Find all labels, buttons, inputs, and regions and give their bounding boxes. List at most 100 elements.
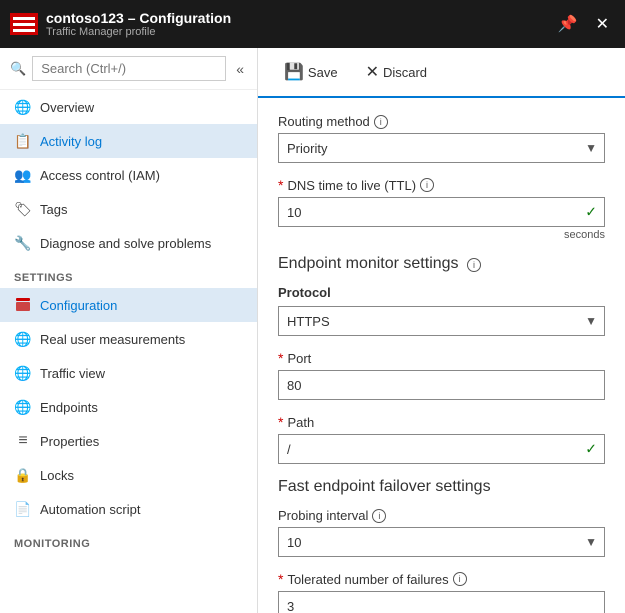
sidebar-item-real-user-measurements[interactable]: 🌐 Real user measurements — [0, 322, 257, 356]
discard-icon: ✕ — [366, 62, 379, 82]
routing-method-select[interactable]: Priority Weighted Performance Geographic… — [278, 133, 605, 163]
tolerated-failures-input[interactable] — [278, 591, 605, 613]
tags-icon: 🏷 — [14, 200, 32, 218]
port-required: * — [278, 350, 283, 366]
probing-interval-group: Probing interval i 10 30 ▼ — [278, 508, 605, 557]
dns-ttl-input[interactable] — [278, 197, 605, 227]
content-area: 💾 Save ✕ Discard Routing method i — [258, 48, 625, 613]
title-info: contoso123 – Configuration Traffic Manag… — [46, 10, 552, 38]
port-input-wrapper — [278, 370, 605, 400]
real-user-measurements-icon: 🌐 — [14, 330, 32, 348]
automation-script-label: Automation script — [40, 502, 140, 517]
sidebar-item-automation-script[interactable]: 📄 Automation script — [0, 492, 257, 526]
discard-button[interactable]: ✕ Discard — [360, 58, 433, 86]
monitoring-section-label: MONITORING — [0, 526, 257, 554]
probing-interval-select[interactable]: 10 30 — [278, 527, 605, 557]
search-bar: 🔍 « — [0, 48, 257, 90]
diagnose-label: Diagnose and solve problems — [40, 236, 211, 251]
close-button[interactable]: ✕ — [590, 12, 615, 36]
path-input[interactable] — [278, 434, 605, 464]
overview-label: Overview — [40, 100, 94, 115]
sidebar-item-tags[interactable]: 🏷 Tags — [0, 192, 257, 226]
probing-interval-info-icon[interactable]: i — [372, 509, 386, 523]
automation-script-icon: 📄 — [14, 500, 32, 518]
access-control-icon: 👥 — [14, 166, 32, 184]
port-input[interactable] — [278, 370, 605, 400]
port-group: * Port — [278, 350, 605, 400]
top-nav: 🌐 Overview 📋 Activity log 👥 Access contr… — [0, 90, 257, 260]
form-area: Routing method i Priority Weighted Perfo… — [258, 98, 625, 613]
discard-label: Discard — [383, 65, 427, 80]
protocol-select-wrapper: HTTP HTTPS TCP ▼ — [278, 306, 605, 336]
collapse-button[interactable]: « — [232, 59, 248, 79]
path-label: * Path — [278, 414, 605, 430]
sidebar-item-locks[interactable]: 🔒 Locks — [0, 458, 257, 492]
sidebar: 🔍 « 🌐 Overview 📋 Activity log 👥 Access c… — [0, 48, 258, 613]
sidebar-item-traffic-view[interactable]: 🌐 Traffic view — [0, 356, 257, 390]
path-check-icon: ✓ — [585, 441, 597, 458]
sidebar-item-access-control[interactable]: 👥 Access control (IAM) — [0, 158, 257, 192]
path-input-wrapper: ✓ — [278, 434, 605, 464]
real-user-measurements-label: Real user measurements — [40, 332, 185, 347]
configuration-label: Configuration — [40, 298, 117, 313]
save-button[interactable]: 💾 Save — [278, 58, 344, 86]
diagnose-icon: 🔧 — [14, 234, 32, 252]
traffic-view-label: Traffic view — [40, 366, 105, 381]
endpoint-monitor-group: Endpoint monitor settings i Protocol HTT… — [278, 255, 605, 336]
probing-interval-select-wrapper: 10 30 ▼ — [278, 527, 605, 557]
traffic-view-icon: 🌐 — [14, 364, 32, 382]
tolerated-failures-required: * — [278, 571, 283, 587]
properties-icon: ≡ — [14, 432, 32, 450]
pin-button[interactable]: 📌 — [552, 12, 584, 36]
title-bar: contoso123 – Configuration Traffic Manag… — [0, 0, 625, 48]
endpoint-monitor-info-icon[interactable]: i — [467, 258, 481, 272]
dns-ttl-check-icon: ✓ — [585, 204, 597, 221]
settings-section-label: SETTINGS — [0, 260, 257, 288]
routing-method-info-icon[interactable]: i — [374, 115, 388, 129]
save-label: Save — [308, 65, 338, 80]
tolerated-failures-label: * Tolerated number of failures i — [278, 571, 605, 587]
tolerated-failures-group: * Tolerated number of failures i — [278, 571, 605, 613]
sidebar-item-properties[interactable]: ≡ Properties — [0, 424, 257, 458]
endpoints-icon: 🌐 — [14, 398, 32, 416]
locks-label: Locks — [40, 468, 74, 483]
dns-ttl-group: * DNS time to live (TTL) i ✓ seconds — [278, 177, 605, 241]
tolerated-failures-info-icon[interactable]: i — [453, 572, 467, 586]
main-area: 🔍 « 🌐 Overview 📋 Activity log 👥 Access c… — [0, 48, 625, 613]
sidebar-item-configuration[interactable]: Configuration — [0, 288, 257, 322]
activity-log-label: Activity log — [40, 134, 102, 149]
window-controls: 📌 ✕ — [552, 12, 615, 36]
settings-nav: Configuration 🌐 Real user measurements 🌐… — [0, 288, 257, 526]
routing-method-group: Routing method i Priority Weighted Perfo… — [278, 114, 605, 163]
app-container: contoso123 – Configuration Traffic Manag… — [0, 0, 625, 613]
window-subtitle: Traffic Manager profile — [46, 26, 552, 38]
window-title: contoso123 – Configuration — [46, 10, 552, 26]
dns-ttl-info-icon[interactable]: i — [420, 178, 434, 192]
tolerated-failures-input-wrapper — [278, 591, 605, 613]
sidebar-item-overview[interactable]: 🌐 Overview — [0, 90, 257, 124]
search-icon: 🔍 — [10, 61, 26, 77]
fast-failover-heading: Fast endpoint failover settings — [278, 478, 605, 496]
dns-ttl-required: * — [278, 177, 283, 193]
tags-label: Tags — [40, 202, 67, 217]
search-input[interactable] — [32, 56, 226, 81]
endpoint-monitor-heading: Endpoint monitor settings i — [278, 255, 605, 273]
sidebar-item-endpoints[interactable]: 🌐 Endpoints — [0, 390, 257, 424]
routing-method-select-wrapper: Priority Weighted Performance Geographic… — [278, 133, 605, 163]
probing-interval-label: Probing interval i — [278, 508, 605, 523]
sidebar-item-activity-log[interactable]: 📋 Activity log — [0, 124, 257, 158]
endpoints-label: Endpoints — [40, 400, 98, 415]
path-required: * — [278, 414, 283, 430]
access-control-label: Access control (IAM) — [40, 168, 160, 183]
routing-method-label: Routing method i — [278, 114, 605, 129]
configuration-icon — [14, 296, 32, 314]
sidebar-item-diagnose[interactable]: 🔧 Diagnose and solve problems — [0, 226, 257, 260]
properties-label: Properties — [40, 434, 99, 449]
port-label: * Port — [278, 350, 605, 366]
protocol-select[interactable]: HTTP HTTPS TCP — [278, 306, 605, 336]
dns-ttl-input-wrapper: ✓ — [278, 197, 605, 227]
activity-log-icon: 📋 — [14, 132, 32, 150]
toolbar: 💾 Save ✕ Discard — [258, 48, 625, 98]
dns-ttl-suffix: seconds — [278, 229, 605, 241]
protocol-subheading: Protocol — [278, 285, 605, 300]
